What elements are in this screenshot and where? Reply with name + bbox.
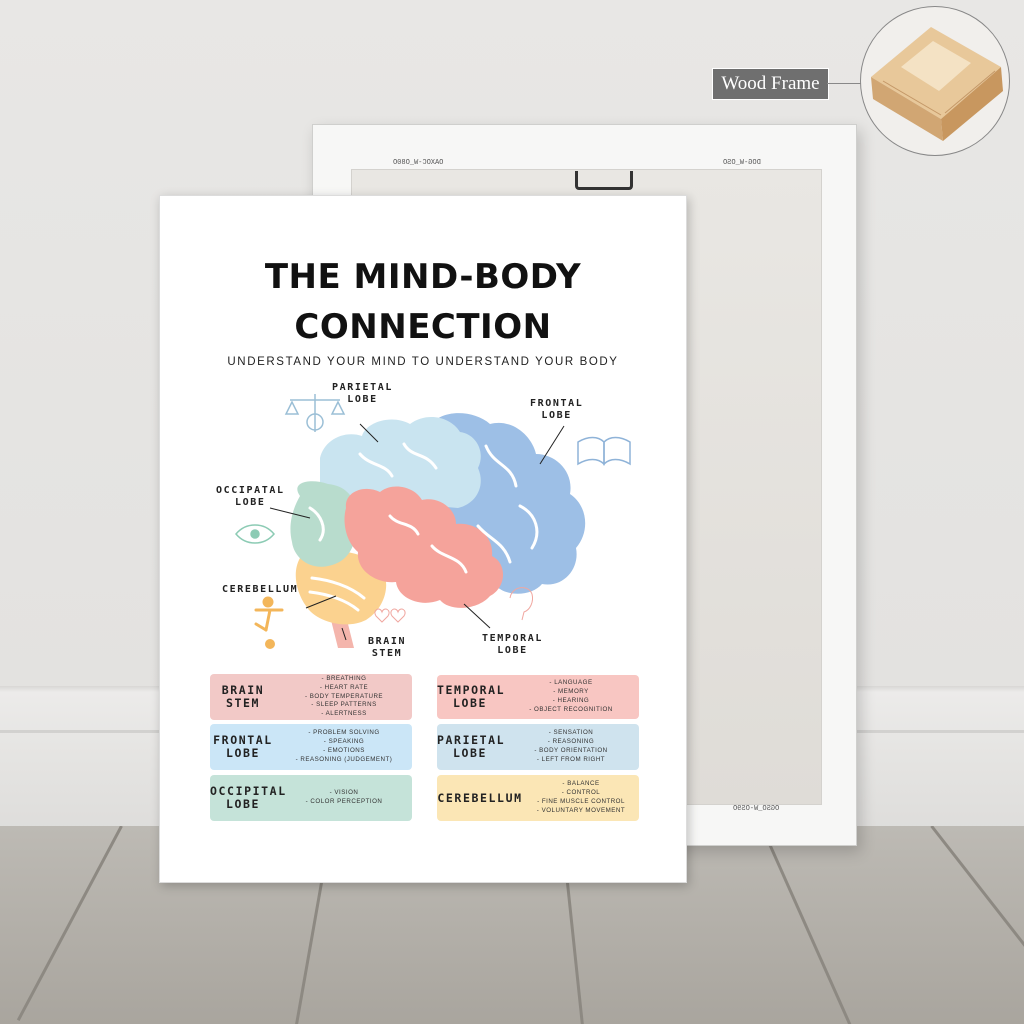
list-item: HEART RATE xyxy=(276,684,412,693)
list-item: LEFT FROM RIGHT xyxy=(503,756,639,765)
list-item: SLEEP PATTERNS xyxy=(276,701,412,710)
list-item: BODY TEMPERATURE xyxy=(276,693,412,702)
list-item: SENSATION xyxy=(503,729,639,738)
list-item: REASONING xyxy=(503,738,639,747)
list-item: CONTROL xyxy=(523,789,639,798)
list-item: LANGUAGE xyxy=(503,679,639,688)
poster: THE MIND-BODY CONNECTION UNDERSTAND YOUR… xyxy=(159,195,687,883)
floor-seam xyxy=(760,826,853,1024)
list-item: BREATHING xyxy=(276,675,412,684)
box-items: PROBLEM SOLVING SPEAKING EMOTIONS REASON… xyxy=(276,729,412,765)
list-item: VISION xyxy=(276,789,412,798)
info-box-cerebellum: CEREBELLUM BALANCE CONTROL FINE MUSCLE C… xyxy=(437,775,639,821)
frame-code: OGSO_W-OS9O xyxy=(733,805,780,813)
balance-person-icon xyxy=(254,596,284,649)
label-parietal: PARIETAL LOBE xyxy=(332,382,393,405)
list-item: VOLUNTARY MOVEMENT xyxy=(523,807,639,816)
info-box-occipital-lobe: OCCIPITALLOBE VISION COLOR PERCEPTION xyxy=(210,775,412,821)
label-temporal: TEMPORAL LOBE xyxy=(482,633,543,656)
box-items: LANGUAGE MEMORY HEARING OBJECT RECOGNITI… xyxy=(503,679,639,715)
box-items: BALANCE CONTROL FINE MUSCLE CONTROL VOLU… xyxy=(523,780,639,816)
wood-corner-image xyxy=(871,27,1003,141)
list-item: REASONING (JUDGEMENT) xyxy=(276,756,412,765)
list-item: OBJECT RECOGNITION xyxy=(503,706,639,715)
info-box-brain-stem: BRAINSTEM BREATHING HEART RATE BODY TEMP… xyxy=(210,674,412,720)
callout-line xyxy=(827,83,863,84)
box-items: VISION COLOR PERCEPTION xyxy=(276,789,412,807)
label-occipital: OCCIPATAL LOBE xyxy=(216,485,285,508)
box-title: CEREBELLUM xyxy=(437,790,523,805)
label-frontal: FRONTAL LOBE xyxy=(530,398,584,421)
floor-seam xyxy=(16,826,123,1021)
list-item: PROBLEM SOLVING xyxy=(276,729,412,738)
list-item: COLOR PERCEPTION xyxy=(276,798,412,807)
eye-icon xyxy=(235,524,275,544)
box-items: BREATHING HEART RATE BODY TEMPERATURE SL… xyxy=(276,675,412,720)
list-item: EMOTIONS xyxy=(276,747,412,756)
wood-frame-zoom xyxy=(860,6,1010,156)
info-box-frontal-lobe: FRONTALLOBE PROBLEM SOLVING SPEAKING EMO… xyxy=(210,724,412,770)
list-item: BODY ORIENTATION xyxy=(503,747,639,756)
list-item: FINE MUSCLE CONTROL xyxy=(523,798,639,807)
wood-frame-label: Wood Frame xyxy=(712,68,829,100)
frame-code: OAXOC-W_O80O xyxy=(393,159,444,167)
box-title: TEMPORAL LOBE xyxy=(437,683,506,710)
box-title: PARIETAL LOBE xyxy=(437,733,506,760)
info-box-parietal-lobe: PARIETALLOBE SENSATION REASONING BODY OR… xyxy=(437,724,639,770)
frame-code: DOG-W_OSO xyxy=(723,159,761,167)
list-item: BALANCE xyxy=(523,780,639,789)
box-items: SENSATION REASONING BODY ORIENTATION LEF… xyxy=(503,729,639,765)
list-item: MEMORY xyxy=(503,688,639,697)
box-title: OCCIPITAL LOBE xyxy=(210,784,287,811)
hanging-hook xyxy=(575,171,633,190)
box-title: FRONTAL LOBE xyxy=(213,733,273,760)
list-item: HEARING xyxy=(503,697,639,706)
box-title: BRAIN STEM xyxy=(221,683,265,710)
list-item: SPEAKING xyxy=(276,738,412,747)
label-brainstem: BRAIN STEM xyxy=(368,636,407,659)
label-cerebellum: CEREBELLUM xyxy=(222,584,299,595)
floor-seam xyxy=(930,826,1024,1001)
list-item: ALERTNESS xyxy=(276,710,412,719)
hearts-icon xyxy=(374,608,406,623)
book-icon xyxy=(577,436,631,466)
info-box-temporal-lobe: TEMPORALLOBE LANGUAGE MEMORY HEARING OBJ… xyxy=(437,675,639,719)
